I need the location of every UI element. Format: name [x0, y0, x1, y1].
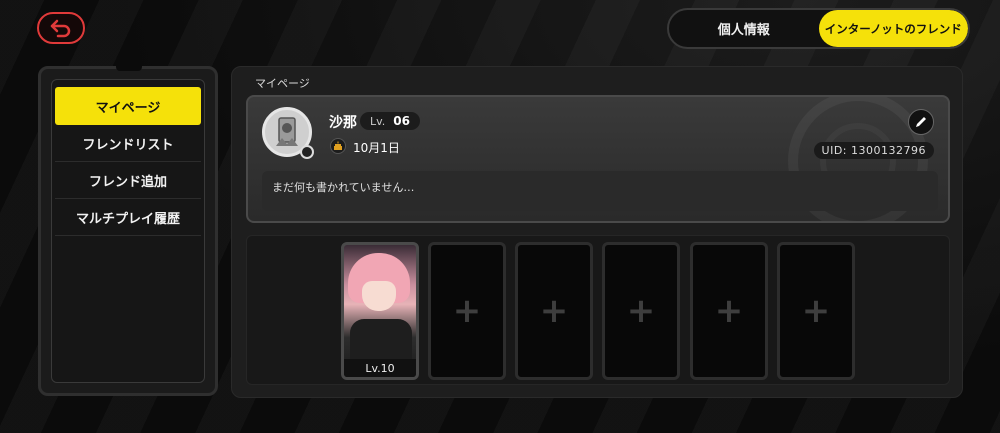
agent-level: Lv.10 — [344, 359, 416, 377]
agent-portrait-face — [362, 281, 396, 311]
birthday: 10月1日 — [353, 141, 400, 155]
uid-label: UID: 1300132796 — [813, 142, 934, 159]
avatar-icon — [276, 117, 298, 146]
back-arrow-icon — [50, 19, 71, 38]
agent-slot-3[interactable]: + — [515, 242, 593, 380]
page-title: マイページ — [255, 77, 310, 90]
plus-icon: + — [626, 291, 656, 331]
agent-slot-5[interactable]: + — [690, 242, 768, 380]
sidebar-list: マイページ フレンドリスト フレンド追加 マルチプレイ履歴 — [55, 87, 201, 236]
agent-slot-4[interactable]: + — [602, 242, 680, 380]
plus-icon: + — [539, 291, 569, 331]
sidebar-item-multiplay-history[interactable]: マルチプレイ履歴 — [55, 199, 201, 236]
plus-icon: + — [452, 291, 482, 331]
avatar-badge — [300, 145, 314, 159]
player-level: Lv. 06 — [360, 112, 420, 130]
level-value: 06 — [393, 114, 410, 128]
plus-icon: + — [714, 291, 744, 331]
edit-profile-button[interactable] — [908, 109, 934, 135]
level-prefix: Lv. — [370, 114, 386, 128]
main-panel: マイページ 沙那 Lv. 06 10月1日 UID: 1300132796 まだ… — [231, 66, 963, 398]
sidebar-item-friend-list[interactable]: フレンドリスト — [55, 125, 201, 162]
agent-portrait-body — [350, 319, 412, 359]
agent-slot-1[interactable]: Lv.10 — [341, 242, 419, 380]
plus-icon: + — [801, 291, 831, 331]
sidebar-item-mypage[interactable]: マイページ — [55, 87, 201, 125]
agent-slot-6[interactable]: + — [777, 242, 855, 380]
agent-slot-2[interactable]: + — [428, 242, 506, 380]
sidebar-item-add-friend[interactable]: フレンド追加 — [55, 162, 201, 199]
profile-card: 沙那 Lv. 06 10月1日 UID: 1300132796 まだ何も書かれて… — [246, 95, 950, 223]
cake-icon — [330, 138, 346, 154]
tab-profile-info[interactable]: 個人情報 — [669, 10, 819, 47]
player-name: 沙那 — [329, 115, 357, 131]
edit-pencil-icon — [916, 117, 926, 127]
top-tab-bar: 個人情報 インターノットのフレンド — [667, 8, 970, 49]
tab-internot-friends[interactable]: インターノットのフレンド — [818, 10, 968, 47]
back-button[interactable] — [37, 12, 85, 44]
profile-bio: まだ何も書かれていません… — [262, 171, 938, 211]
agent-showcase: Lv.10 + + + + + — [246, 235, 950, 385]
